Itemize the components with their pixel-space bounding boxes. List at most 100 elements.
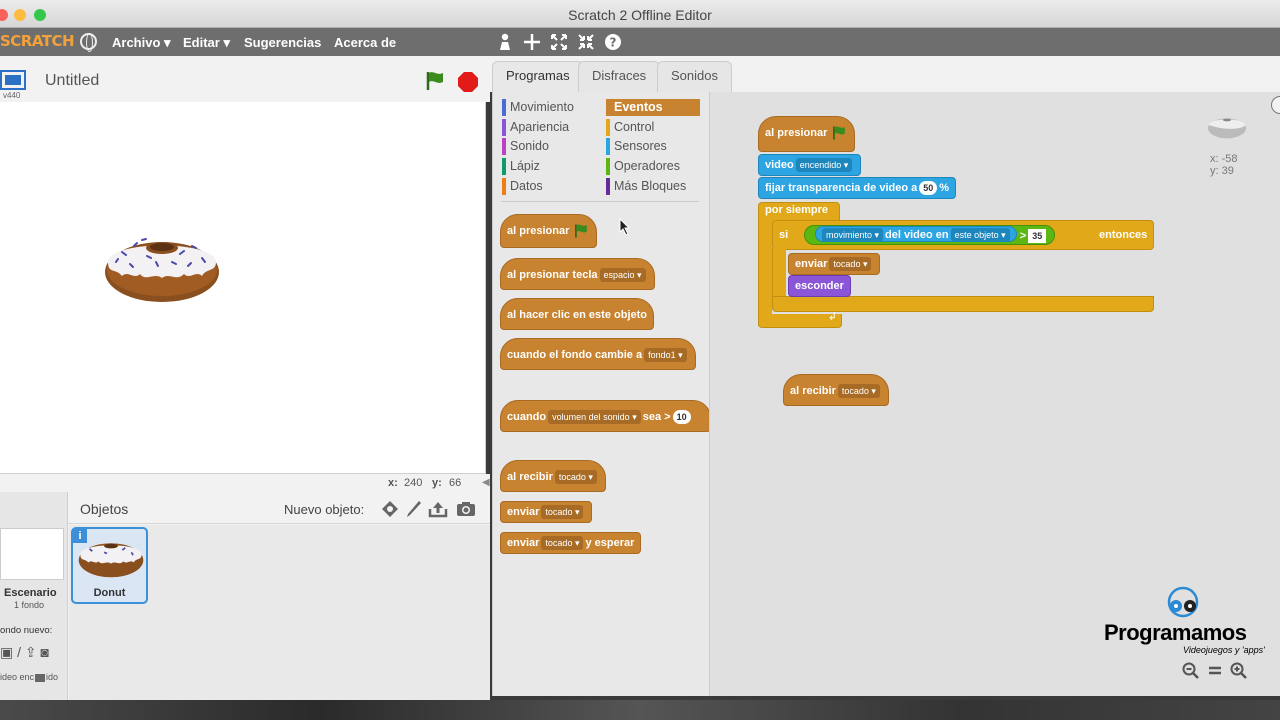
camera-sprite-icon[interactable] [456,501,476,517]
backdrop-upload-icon[interactable]: ⇪ [25,644,37,660]
video-toggle-icon[interactable] [35,673,46,682]
zoom-reset-icon[interactable] [1207,662,1223,680]
sensor-dropdown[interactable]: volumen del sonido ▾ [548,410,641,425]
category-color-bar [502,119,506,136]
video-target-dropdown[interactable]: este objeto ▾ [950,228,1010,243]
video-state-dropdown[interactable]: encendido ▾ [795,158,853,173]
category-lapiz[interactable]: Lápiz [502,158,540,175]
forever-arm [758,222,772,326]
green-flag-icon[interactable] [424,70,446,92]
backdrop-library-icon[interactable]: ▣ [0,644,13,660]
donut-sprite[interactable] [102,232,222,304]
stop-sign-icon[interactable] [457,71,479,93]
duplicate-icon[interactable] [497,33,513,51]
block-label: cuando el fondo cambie a [507,349,643,361]
sensor-value-input[interactable]: 10 [672,410,691,425]
move-icon[interactable] [523,33,541,51]
palette-block-when-receive[interactable]: al recibir tocado ▾ [500,460,606,492]
message-dropdown[interactable]: tocado ▾ [554,470,597,485]
backdrop-paint-icon[interactable]: / [17,644,21,660]
category-sensores[interactable]: Sensores [606,138,667,155]
menu-acerca-de[interactable]: Acerca de [334,35,396,50]
category-movimiento[interactable]: Movimiento [502,99,574,116]
upload-sprite-icon[interactable] [428,500,448,518]
block-label: enviar [795,258,828,270]
palette-block-when-backdrop[interactable]: cuando el fondo cambie a fondo1 ▾ [500,338,696,370]
menu-archivo[interactable]: Archivo ▾ [112,35,171,51]
video-transparency-block[interactable]: fijar transparencia de video a 50% [758,177,957,199]
category-label: Datos [510,179,543,193]
category-label: Eventos [614,100,663,114]
stage-header: v440 Untitled [0,56,490,102]
globe-icon[interactable] [80,33,97,52]
video-label-part1: ideo enc [0,672,35,682]
greater-than-block[interactable]: movimiento ▾ del video en este objeto ▾ >3… [804,225,1056,245]
message-dropdown[interactable]: tocado ▾ [541,505,584,520]
category-eventos[interactable]: Eventos [606,99,700,116]
menu-sugerencias[interactable]: Sugerencias [244,35,321,50]
desktop-background [0,700,1280,720]
collapse-arrow-icon[interactable]: ◀ [482,477,490,488]
sprite-thumbnail-donut[interactable]: i Donut [71,527,148,604]
block-label: al recibir [507,471,553,483]
palette-block-when-sensor[interactable]: cuando volumen del sonido ▾ sea >10 [500,400,711,432]
video-sensing-block[interactable]: movimiento ▾ del video en este objeto ▾ [815,226,1017,243]
video-attr-dropdown[interactable]: movimiento ▾ [822,228,884,243]
scratch-logo[interactable]: SCRATCH [0,32,75,50]
help-icon[interactable]: ? [604,33,622,51]
category-control[interactable]: Control [606,119,654,136]
category-apariencia[interactable]: Apariencia [502,119,569,136]
video-on-block[interactable]: video encendido ▾ [758,154,862,176]
palette-block-when-key[interactable]: al presionar tecla espacio ▾ [500,258,655,290]
stage-thumbnail[interactable] [0,528,64,580]
when-receive-hat-block[interactable]: al recibir tocado ▾ [783,374,889,406]
sprite-library-icon[interactable] [381,500,399,518]
key-dropdown[interactable]: espacio ▾ [599,268,646,283]
category-color-bar [606,158,610,175]
palette-block-broadcast-wait[interactable]: enviar tocado ▾ y esperar [500,532,642,554]
menu-editar[interactable]: Editar ▾ [183,35,230,51]
dropdown-value: encendido [799,160,842,171]
zoom-in-icon[interactable] [1230,662,1248,680]
block-label: esconder [795,280,844,292]
tab-sonidos[interactable]: Sonidos [657,61,732,92]
backdrop-dropdown[interactable]: fondo1 ▾ [644,348,687,363]
tab-disfraces[interactable]: Disfraces [578,61,661,92]
when-flag-hat-block[interactable]: al presionar [758,116,856,152]
block-label: al presionar tecla [507,269,598,281]
hide-block[interactable]: esconder [788,275,851,297]
scripts-area[interactable]: por siempre ↲ si entonces movimiento ▾ de… [709,92,1280,696]
tab-programas[interactable]: Programas [492,61,584,93]
window-titlebar: Scratch 2 Offline Editor [0,0,1280,28]
category-sonido[interactable]: Sonido [502,138,549,155]
message-dropdown[interactable]: tocado ▾ [541,536,584,551]
paint-sprite-icon[interactable] [406,500,422,518]
backdrop-camera-icon[interactable]: ◙ [41,644,49,660]
block-label: entonces [1099,229,1148,241]
presentation-mode-icon[interactable] [0,70,26,90]
palette-block-broadcast[interactable]: enviar tocado ▾ [500,501,593,523]
block-label: al presionar [507,225,570,237]
stage-canvas[interactable] [0,102,486,474]
zoom-out-icon[interactable] [1182,662,1200,680]
grow-icon[interactable] [550,33,568,51]
green-flag-icon [833,126,846,140]
category-operadores[interactable]: Operadores [606,158,680,175]
category-color-bar [502,99,506,116]
block-palette: Movimiento Apariencia Sonido Lápiz Datos… [492,92,711,696]
svg-text:?: ? [610,36,617,50]
message-dropdown[interactable]: tocado ▾ [829,257,872,272]
palette-block-when-flag[interactable]: al presionar [500,214,598,248]
category-mas-bloques[interactable]: Más Bloques [606,178,686,195]
shrink-icon[interactable] [577,33,595,51]
donut-thumbnail-icon [78,543,144,578]
broadcast-block[interactable]: enviar tocado ▾ [788,253,881,275]
category-label: Sensores [614,139,667,153]
category-label: Apariencia [510,120,570,134]
transparency-input[interactable]: 50 [919,181,938,196]
project-title[interactable]: Untitled [45,72,99,90]
threshold-input[interactable]: 35 [1028,229,1047,244]
category-datos[interactable]: Datos [502,178,543,195]
palette-block-when-clicked[interactable]: al hacer clic en este objeto [500,298,655,330]
message-dropdown[interactable]: tocado ▾ [837,384,880,399]
